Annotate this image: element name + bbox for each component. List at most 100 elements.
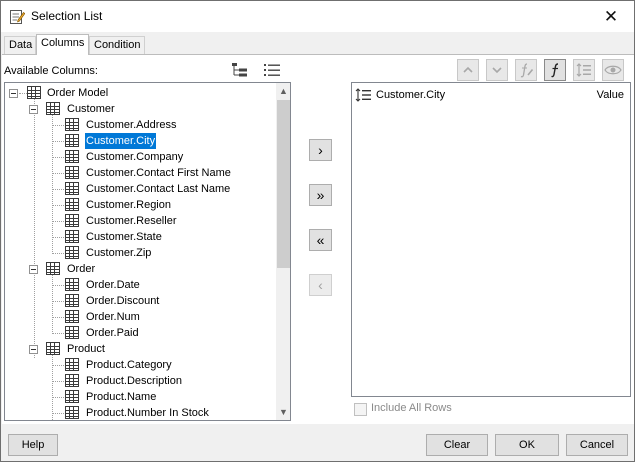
clear-button[interactable]: Clear (426, 434, 488, 456)
tree-guide (52, 189, 64, 190)
tree-node-order-model[interactable]: Order Model (5, 85, 275, 101)
tree-label: Order Model (47, 87, 109, 99)
tree-column-item[interactable]: Order.Num (5, 309, 275, 325)
tree-column-item[interactable]: Order.Paid (5, 325, 275, 341)
selected-columns-list[interactable]: Customer.City Value (351, 82, 631, 397)
tree-label: Customer.City (83, 132, 158, 150)
ok-button[interactable]: OK (495, 434, 559, 456)
tree-label: Customer (67, 103, 115, 115)
tree-label: Customer.State (86, 231, 162, 243)
sort-button[interactable] (573, 59, 595, 81)
tab-columns[interactable]: Columns (36, 34, 89, 55)
tree-column-item[interactable]: Product.Number In Stock (5, 405, 275, 420)
chevron-left-icon: ‹ (318, 277, 323, 293)
tree-label: Customer.Contact First Name (86, 167, 231, 179)
tree-view-icon[interactable] (231, 62, 249, 78)
tree-guide (52, 301, 64, 302)
scroll-down-icon[interactable]: ▼ (276, 404, 290, 420)
column-icon (65, 374, 79, 387)
selected-column-name: Customer.City (376, 89, 446, 101)
tree-column-item-selected[interactable]: Customer.City (5, 132, 275, 150)
tree-column-item[interactable]: Customer.State (5, 229, 275, 245)
available-columns-tree[interactable]: Order Model Customer Customer.Address Cu… (4, 82, 291, 421)
tree-scrollbar[interactable]: ▲ ▼ (276, 83, 290, 420)
remove-column-button[interactable]: ‹ (309, 274, 332, 296)
cancel-button[interactable]: Cancel (566, 434, 628, 456)
collapse-toggle-icon[interactable] (29, 345, 38, 354)
tree-column-item[interactable]: Customer.Reseller (5, 213, 275, 229)
tree-label: Product.Name (86, 391, 157, 403)
column-icon (65, 406, 79, 419)
include-all-rows-checkbox[interactable] (354, 403, 367, 416)
tree-label: Order.Num (86, 311, 140, 323)
add-column-button[interactable]: › (309, 139, 332, 161)
column-icon (65, 166, 79, 179)
tree-guide (52, 125, 64, 126)
tree-label: Customer.Zip (86, 247, 152, 259)
remove-all-columns-button[interactable]: « (309, 229, 332, 251)
tree-guide (52, 413, 64, 414)
title-bar: Selection List ✕ (1, 1, 634, 32)
tab-data[interactable]: Data (4, 36, 36, 54)
tree-guide (52, 141, 64, 142)
close-button[interactable]: ✕ (588, 1, 634, 32)
list-view-icon[interactable] (263, 62, 281, 78)
scroll-up-icon[interactable]: ▲ (276, 83, 290, 99)
tree-label: Product (67, 343, 105, 355)
move-down-button[interactable] (486, 59, 508, 81)
column-icon (65, 390, 79, 403)
tree-label: Customer.Region (86, 199, 171, 211)
column-icon (65, 198, 79, 211)
move-up-button[interactable] (457, 59, 479, 81)
tree-column-item[interactable]: Customer.Zip (5, 245, 275, 261)
column-icon (65, 150, 79, 163)
tree-label: Customer.Address (86, 119, 177, 131)
tree-column-item[interactable]: Product.Description (5, 373, 275, 389)
collapse-toggle-icon[interactable] (9, 89, 18, 98)
tree-column-item[interactable]: Customer.Contact Last Name (5, 181, 275, 197)
column-icon (65, 326, 79, 339)
available-columns-label: Available Columns: (4, 65, 98, 77)
tree-column-item[interactable]: Customer.Company (5, 149, 275, 165)
table-icon (46, 342, 60, 355)
collapse-toggle-icon[interactable] (29, 265, 38, 274)
formula-edit-icon (520, 63, 534, 78)
tree-column-item[interactable]: Customer.Contact First Name (5, 165, 275, 181)
edit-list-icon (10, 10, 25, 24)
tree-label: Customer.Contact Last Name (86, 183, 231, 195)
add-all-columns-button[interactable]: » (309, 184, 332, 206)
edit-formula-button[interactable] (515, 59, 537, 81)
tree-label: Order.Paid (86, 327, 139, 339)
tree-label: Product.Description (86, 375, 182, 387)
tree-column-item[interactable]: Order.Date (5, 277, 275, 293)
tree-node-order[interactable]: Order (5, 261, 275, 277)
tab-condition[interactable]: Condition (89, 36, 145, 54)
visibility-button[interactable] (602, 59, 624, 81)
move-up-icon (463, 66, 473, 73)
column-icon (65, 294, 79, 307)
tree-column-item[interactable]: Customer.Region (5, 197, 275, 213)
tree-column-item[interactable]: Customer.Address (5, 117, 275, 133)
tree-node-product[interactable]: Product (5, 341, 275, 357)
tree-guide (52, 365, 64, 366)
tree-column-item[interactable]: Order.Discount (5, 293, 275, 309)
collapse-toggle-icon[interactable] (29, 105, 38, 114)
column-icon (65, 230, 79, 243)
selected-column-row[interactable]: Customer.City Value (354, 87, 628, 103)
tree-column-item[interactable]: Product.Name (5, 389, 275, 405)
tree-label: Order (67, 263, 96, 275)
tree-node-customer[interactable]: Customer (5, 101, 275, 117)
column-icon (65, 278, 79, 291)
column-icon (65, 118, 79, 131)
column-icon (65, 246, 79, 259)
close-icon: ✕ (603, 6, 619, 26)
tree-guide (52, 285, 64, 286)
tree-guide (52, 157, 64, 158)
scrollbar-thumb[interactable] (277, 100, 290, 268)
sort-icon (576, 63, 591, 77)
function-button[interactable] (544, 59, 566, 81)
tree-label: Product.Number In Stock (86, 407, 209, 419)
tree-column-item[interactable]: Product.Category (5, 357, 275, 373)
selected-column-type[interactable]: Value (597, 87, 624, 103)
help-button[interactable]: Help (8, 434, 58, 456)
